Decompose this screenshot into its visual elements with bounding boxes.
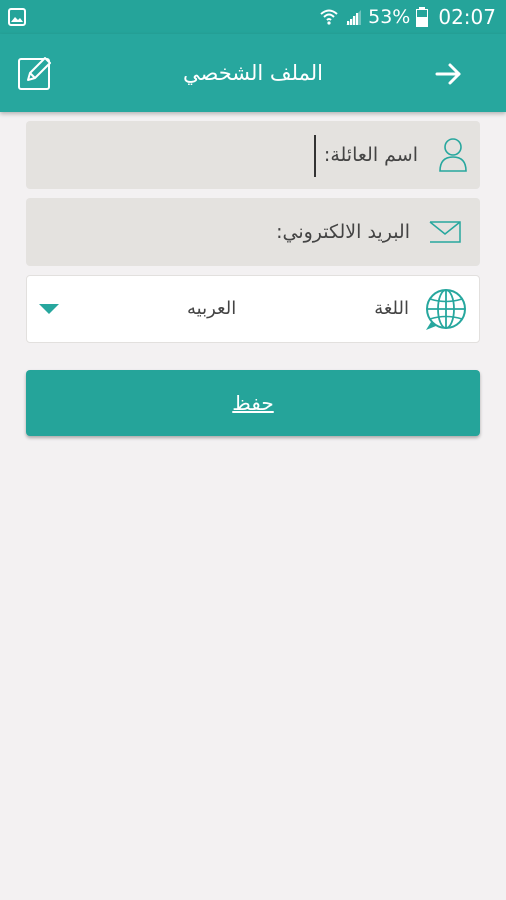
gallery-notification-icon (8, 8, 26, 26)
signal-icon (346, 10, 362, 25)
status-right: 53% 02:07 (320, 0, 496, 34)
email-field[interactable]: البريد الالكتروني: (26, 198, 480, 266)
status-bar: 53% 02:07 (0, 0, 506, 34)
app-bar: الملف الشخصي (0, 34, 506, 112)
edit-icon[interactable] (16, 54, 54, 92)
dropdown-arrow-icon[interactable] (39, 304, 59, 314)
arrow-right-icon[interactable] (432, 58, 464, 90)
language-value: العربيه (187, 298, 237, 319)
page-title: الملف الشخصي (183, 61, 323, 85)
person-icon (439, 138, 467, 172)
globe-icon (426, 289, 466, 330)
family-name-field[interactable]: اسم العائلة: (26, 121, 480, 189)
battery-percent: 53% (368, 6, 411, 28)
family-name-label: اسم العائلة: (323, 144, 418, 166)
save-button[interactable]: حفظ (26, 370, 480, 436)
email-label: البريد الالكتروني: (276, 221, 410, 243)
battery-icon (416, 7, 429, 27)
envelope-icon (429, 221, 461, 243)
text-cursor (314, 135, 316, 177)
language-label: اللغة (374, 298, 409, 319)
clock: 02:07 (438, 5, 496, 29)
save-button-label: حفظ (232, 391, 274, 415)
language-selector[interactable]: اللغة العربيه (26, 275, 480, 343)
wifi-icon (320, 9, 338, 25)
